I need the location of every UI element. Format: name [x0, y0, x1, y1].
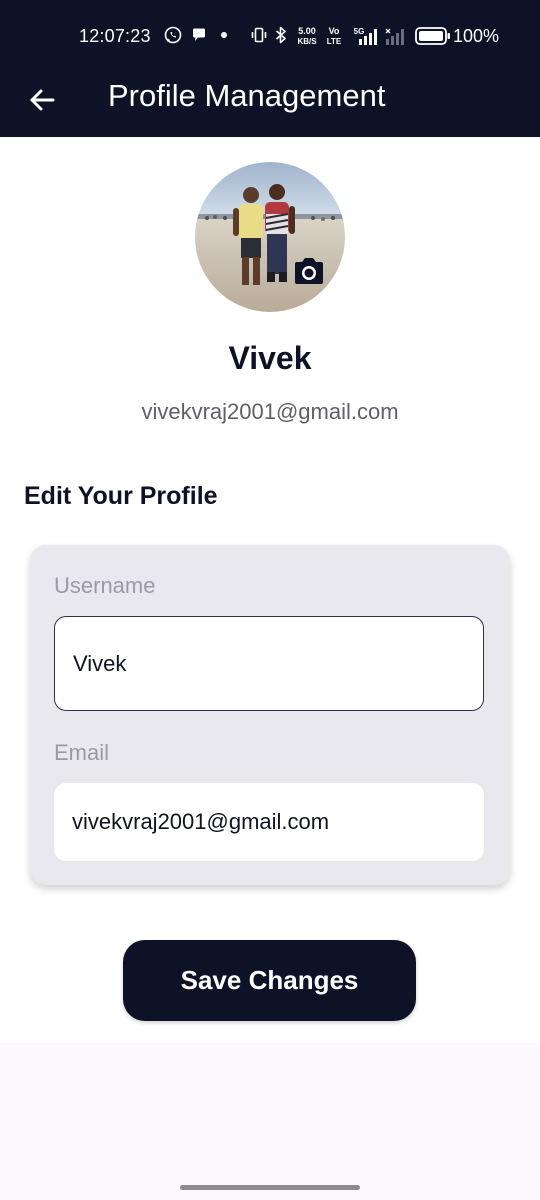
network-speed-value: 5.00 [298, 26, 316, 36]
whatsapp-icon [163, 24, 183, 46]
email-label: Email [54, 740, 110, 765]
gesture-nav-handle[interactable] [180, 1185, 360, 1190]
email-value: vivekvraj2001@gmail.com [72, 809, 330, 834]
signal-strength-empty-icon [384, 26, 408, 48]
arrow-left-icon [30, 89, 55, 111]
notification-dot-icon [219, 24, 229, 46]
chat-bubble-icon [189, 24, 209, 46]
username-value: Vivek [73, 650, 127, 676]
section-title: Edit Your Profile [24, 482, 218, 510]
top-bar: 12:07:23 5.00 KB/S Vo LTE 5G 100% Profil… [0, 0, 540, 137]
volte-bottom-label: LTE [326, 37, 342, 46]
profile-name: Vivek [228, 340, 312, 376]
username-field[interactable]: Vivek [54, 616, 484, 711]
edit-profile-card: Username Vivek Email vivekvraj2001@gmail… [30, 545, 510, 885]
volte-top-label: Vo [328, 26, 340, 36]
app-bar: Profile Management [0, 72, 540, 137]
main-content: Vivek vivekvraj2001@gmail.com Edit Your … [0, 137, 540, 1043]
camera-icon [295, 258, 323, 284]
battery-percentage: 100% [453, 26, 500, 46]
signal-strength-icon [357, 26, 381, 48]
status-bar: 12:07:23 5.00 KB/S Vo LTE 5G 100% [0, 0, 540, 72]
page-title: Profile Management [108, 78, 386, 113]
profile-avatar[interactable] [195, 162, 345, 312]
status-time: 12:07:23 [79, 26, 151, 46]
vibrate-icon [249, 24, 269, 46]
save-changes-button[interactable]: Save Changes [123, 940, 416, 1021]
profile-email: vivekvraj2001@gmail.com [141, 399, 399, 424]
email-field[interactable]: vivekvraj2001@gmail.com [54, 783, 484, 861]
change-photo-button[interactable] [291, 256, 327, 288]
network-speed-unit: KB/S [297, 37, 317, 46]
bluetooth-icon [273, 24, 289, 46]
battery-icon [415, 25, 451, 47]
back-button[interactable] [20, 78, 64, 122]
username-label: Username [54, 573, 156, 598]
